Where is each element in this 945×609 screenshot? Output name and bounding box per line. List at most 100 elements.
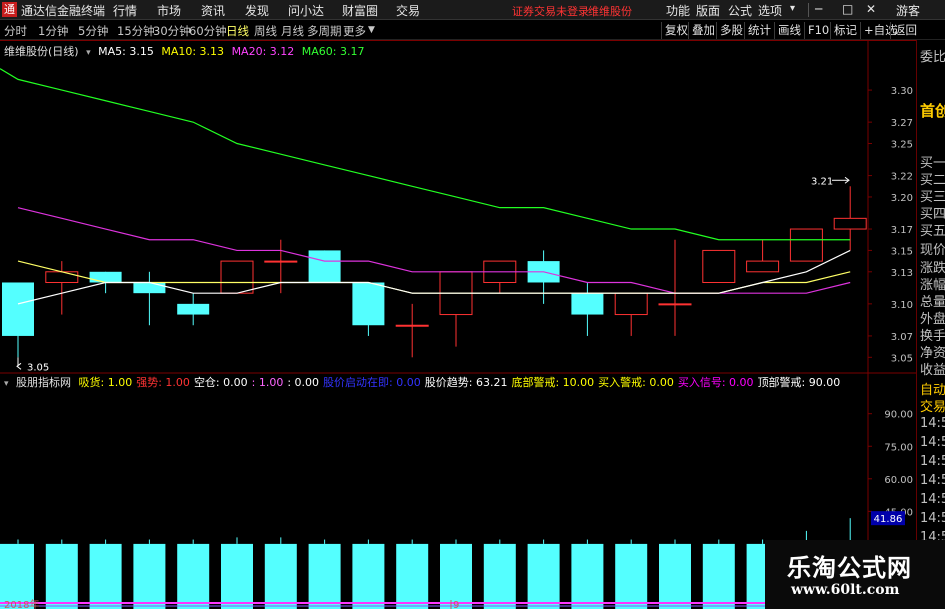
button-multi-stock[interactable]: 多股 — [716, 22, 746, 39]
menu-options[interactable]: 选项 — [758, 2, 782, 19]
price-axis-label: 3.20 — [891, 193, 913, 204]
close-icon[interactable]: ✕ — [866, 2, 876, 16]
indicator-axis-label: 60.00 — [884, 475, 913, 486]
legend-stock-name: 维维股份(日线) — [4, 45, 79, 58]
candle-body — [133, 282, 166, 294]
indicator-bar — [133, 543, 166, 609]
indicator-bar — [221, 543, 253, 609]
candle-body — [789, 228, 823, 262]
price-axis-label: 3.05 — [891, 353, 913, 364]
legend-ma5: MA5: 3.15 — [98, 45, 154, 58]
menu-trade[interactable]: 交易 — [396, 2, 420, 19]
indicator-item: 空仓: 0.00 — [193, 376, 248, 389]
menu-discover[interactable]: 发现 — [245, 2, 269, 19]
app-title: 通达信金融终端 — [21, 4, 106, 18]
kline-chart[interactable]: 3.30 3.27 3.25 3.22 3.20 3.17 3.15 3.13 3.10 3.07… — [0, 40, 916, 609]
login-warning[interactable]: 证券交易未登录 — [512, 3, 589, 19]
legend-toggle-icon[interactable]: ▾ — [86, 48, 91, 58]
period-tick[interactable]: 分时 — [4, 23, 27, 39]
candle-body — [395, 324, 429, 327]
candle-body — [89, 271, 122, 283]
price-axis-label: 3.27 — [891, 118, 913, 129]
high-price-label: 3.21 — [811, 176, 833, 187]
date-label: 2018年 — [4, 598, 39, 609]
price-axis-label: 3.22 — [891, 172, 913, 183]
legend-ma10: MA10: 3.13 — [161, 45, 225, 58]
candle-body — [264, 260, 298, 263]
side-panel-label: 14:5 — [920, 492, 945, 507]
menu-wealth[interactable]: 财富圈 — [342, 2, 378, 19]
indicator-bar — [527, 543, 560, 609]
candle-body — [352, 282, 385, 326]
button-adjust[interactable]: 复权 — [661, 22, 691, 39]
indicator-item: 股价启动在即: 0.00 — [323, 376, 421, 389]
menu-function[interactable]: 功能 — [666, 2, 690, 19]
button-back[interactable]: 返回 — [890, 22, 920, 39]
legend-ma60: MA60: 3.17 — [301, 45, 365, 58]
date-label: 9 — [453, 600, 459, 609]
chevron-down-icon[interactable]: ▼ — [368, 25, 375, 35]
menu-quotes[interactable]: 行情 — [113, 2, 137, 19]
period-30min[interactable]: 30分钟 — [153, 23, 191, 39]
indicator-item: 强势: 1.00 — [136, 376, 190, 389]
button-draw[interactable]: 画线 — [774, 22, 804, 39]
period-daily[interactable]: 日线 — [226, 23, 249, 39]
indicator-toggle-icon[interactable]: ▾ — [4, 379, 9, 389]
indicator-item: : 1.00 — [251, 376, 284, 389]
candle-body — [177, 303, 210, 315]
indicator-item: 底部警戒: 10.00 — [511, 376, 595, 389]
period-60min[interactable]: 60分钟 — [189, 23, 227, 39]
maximize-icon[interactable]: □ — [842, 2, 853, 16]
candle-body — [658, 303, 692, 306]
side-panel-label: 首创 — [920, 102, 945, 120]
indicator-item: 买入警戒: 0.00 — [598, 376, 674, 389]
indicator-item: : 0.00 — [287, 376, 320, 389]
button-overlay[interactable]: 叠加 — [688, 22, 718, 39]
indicator-bar — [45, 543, 78, 609]
main-legend: 维维股份(日线) ▾ MA5: 3.15 MA10: 3.13 MA20: 3.… — [4, 43, 369, 59]
guest-user[interactable]: 游客 — [896, 2, 920, 19]
indicator-bar — [0, 543, 2, 609]
period-5min[interactable]: 5分钟 — [78, 23, 108, 39]
indicator-item: 顶部警戒: 90.00 — [757, 376, 841, 389]
candle-body — [308, 250, 341, 283]
candle-body — [746, 260, 780, 273]
candle-body — [2, 282, 34, 336]
candle-body — [833, 217, 867, 230]
button-mark[interactable]: 标记 — [830, 22, 860, 39]
period-15min[interactable]: 15分钟 — [117, 23, 155, 39]
price-axis-label: 3.07 — [891, 332, 913, 343]
button-stats[interactable]: 统计 — [744, 22, 774, 39]
quote-side-panel: 委比首创买一买二买三买四买五现价涨跌涨幅总量外盘换手净资收益自动交易14:514… — [916, 40, 945, 609]
indicator-bar — [89, 543, 122, 609]
indicator-axis-label: 75.00 — [884, 442, 913, 453]
indicator-bar — [615, 543, 648, 609]
period-monthly[interactable]: 月线 — [281, 23, 304, 39]
period-more[interactable]: 更多 — [343, 23, 366, 39]
price-axis-label: 3.30 — [891, 86, 913, 97]
period-multi[interactable]: 多周期 — [307, 23, 342, 39]
side-panel-label: 交易 — [920, 400, 945, 415]
candle-body — [45, 271, 79, 283]
menu-market[interactable]: 市场 — [157, 2, 181, 19]
menu-layout[interactable]: 版面 — [696, 2, 720, 19]
period-weekly[interactable]: 周线 — [254, 23, 277, 39]
minimize-icon[interactable]: ─ — [815, 2, 822, 16]
watermark: 乐淘公式网 www.60lt.com — [765, 540, 945, 609]
period-1min[interactable]: 1分钟 — [38, 23, 68, 39]
menu-news[interactable]: 资讯 — [201, 2, 225, 19]
side-panel-label: 14:5 — [920, 473, 945, 488]
button-f10[interactable]: F10 — [804, 22, 832, 39]
side-panel-label: 收益 — [920, 363, 945, 378]
candle-body — [614, 292, 648, 316]
dropdown-icon[interactable]: ▾ — [790, 3, 795, 14]
menu-ask[interactable]: 问小达 — [288, 2, 324, 19]
indicator-bar — [702, 543, 735, 609]
side-panel-label: 买五 — [920, 224, 945, 239]
price-axis-label: 3.13 — [891, 268, 913, 279]
indicator-name: 股朋指标网 — [16, 376, 72, 389]
menu-formula[interactable]: 公式 — [728, 2, 752, 19]
indicator-bar — [396, 543, 429, 609]
indicator-item: 吸货: 1.00 — [78, 376, 133, 389]
candle-body — [702, 249, 736, 283]
